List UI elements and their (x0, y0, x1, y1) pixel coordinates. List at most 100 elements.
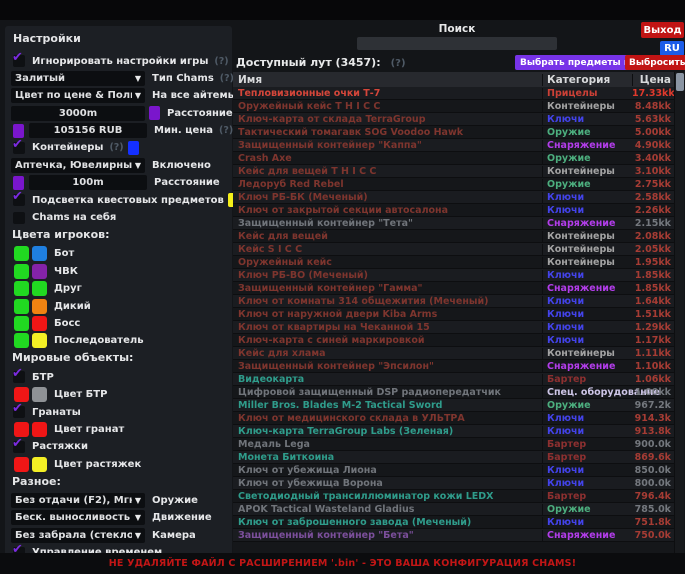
table-row[interactable]: Ключ от наружной двери Kiba ArmsКлючи1.5… (233, 308, 674, 321)
color-swatch[interactable] (14, 264, 29, 279)
dropdown[interactable]: Без забрала (стекло шлема)▼ (11, 528, 145, 543)
table-row[interactable]: Ключ от квартиры на Чеканной 15Ключи1.29… (233, 321, 674, 334)
value-input[interactable]: 100m (29, 175, 147, 190)
table-row[interactable] (233, 542, 674, 553)
table-row[interactable]: Ключ-карта от склада TerraGroupКлючи5.63… (233, 113, 674, 126)
checkbox[interactable]: ✔ (13, 441, 25, 453)
section-heading: Мировые объекты: (12, 351, 226, 364)
item-price: 1.29kk (632, 322, 674, 333)
value-input[interactable]: 3000m (11, 106, 145, 121)
item-price: 1.85kk (632, 270, 674, 281)
exit-button[interactable]: Выход (641, 22, 684, 38)
table-row[interactable]: Ледоруб Red RebelОружие2.75kk (233, 178, 674, 191)
table-row[interactable]: Ключ от убежища ВоронаКлючи800.0k (233, 477, 674, 490)
table-row[interactable]: Медаль LegaБартер900.0k (233, 438, 674, 451)
table-row[interactable]: Ключ-карта с синей маркировкойКлючи1.17k… (233, 334, 674, 347)
table-row[interactable]: Защищенный контейнер "Каппа"Снаряжение4.… (233, 139, 674, 152)
check-icon: ✔ (12, 137, 23, 152)
color-swatch[interactable] (32, 281, 47, 296)
color-swatch[interactable] (13, 176, 24, 190)
color-swatch[interactable] (32, 422, 47, 437)
column-header-price[interactable]: Цена (632, 74, 674, 86)
table-row[interactable]: Цифровой защищенный DSP радиопередатчикС… (233, 386, 674, 399)
search-input[interactable] (357, 37, 557, 50)
value-input[interactable]: 105156 RUB (29, 123, 147, 138)
drop-all-button[interactable]: Выбросить все (625, 55, 685, 70)
table-row[interactable]: Ключ от комнаты 314 общежития (Меченый)К… (233, 295, 674, 308)
checkbox[interactable]: ✔ (13, 371, 25, 383)
scrollbar-thumb[interactable] (676, 73, 684, 91)
item-category: Оружие (542, 504, 632, 515)
table-row[interactable]: Ключ РБ-БК (Меченый)Ключи2.58kk (233, 191, 674, 204)
table-row[interactable]: Кейс для вещейКонтейнеры2.08kk (233, 230, 674, 243)
color-swatch[interactable] (14, 316, 29, 331)
table-row[interactable]: Crash AxeОружие3.40kk (233, 152, 674, 165)
item-category: Снаряжение (542, 283, 632, 294)
dropdown[interactable]: Без отдачи (F2), Мгновенное п▼ (11, 493, 145, 508)
table-row[interactable]: Ключ от заброшенного завода (Меченый)Клю… (233, 516, 674, 529)
color-swatch[interactable] (149, 106, 160, 120)
table-row[interactable]: Защищенный контейнер "Тета"Снаряжение2.1… (233, 217, 674, 230)
checkbox[interactable] (13, 212, 25, 224)
table-row[interactable]: Тепловизионные очки Т-7Прицелы17.33kk (233, 87, 674, 100)
color-swatch[interactable] (32, 457, 47, 472)
table-row[interactable]: APOK Tactical Wasteland GladiusОружие785… (233, 503, 674, 516)
settings-row-label: Включено (152, 160, 211, 171)
dropdown[interactable]: Цвет по цене & Пользователь▼ (11, 88, 145, 103)
table-row[interactable]: Ключ РБ-ВО (Меченый)Ключи1.85kk (233, 269, 674, 282)
color-swatch[interactable] (128, 141, 139, 155)
column-header-category[interactable]: Категория (542, 74, 632, 86)
item-name: Crash Axe (233, 153, 542, 164)
table-row[interactable]: Светодиодный трансиллюминатор кожи LEDXБ… (233, 490, 674, 503)
table-row[interactable]: Монета БиткоинаБартер869.6k (233, 451, 674, 464)
table-row[interactable]: Ключ от закрытой секции автосалонаКлючи2… (233, 204, 674, 217)
item-category: Снаряжение (542, 530, 632, 541)
table-row[interactable]: Оружейный кейсКонтейнеры1.95kk (233, 256, 674, 269)
item-category: Снаряжение (542, 218, 632, 229)
color-swatch[interactable] (32, 299, 47, 314)
table-row[interactable]: Оружейный кейс T H I C CКонтейнеры8.48kk (233, 100, 674, 113)
color-swatch[interactable] (32, 264, 47, 279)
column-header-name[interactable]: Имя (233, 74, 542, 86)
item-price: 1.85kk (632, 283, 674, 294)
table-row[interactable]: Защищенный контейнер "Эпсилон"Снаряжение… (233, 360, 674, 373)
table-row[interactable]: Ключ-карта TerraGroup Labs (Зеленая)Ключ… (233, 425, 674, 438)
checkbox[interactable]: ✔ (13, 55, 25, 67)
color-swatch[interactable] (32, 333, 47, 348)
color-swatch[interactable] (14, 333, 29, 348)
color-swatch[interactable] (14, 387, 29, 402)
settings-row: Без забрала (стекло шлема)▼Камера (11, 528, 226, 542)
color-swatch[interactable] (32, 316, 47, 331)
table-row[interactable]: ВидеокартаБартер1.06kk (233, 373, 674, 386)
color-swatch[interactable] (14, 422, 29, 437)
checkbox[interactable]: ✔ (13, 194, 25, 206)
checkbox[interactable]: ✔ (13, 406, 25, 418)
settings-row: ЧВК (11, 264, 226, 278)
dropdown-value: Цвет по цене & Пользователь (15, 90, 132, 101)
table-scrollbar[interactable] (674, 72, 684, 553)
color-swatch[interactable] (14, 281, 29, 296)
table-row[interactable]: Кейс для хламаКонтейнеры1.11kk (233, 347, 674, 360)
color-swatch[interactable] (14, 299, 29, 314)
chevron-down-icon: ▼ (135, 513, 141, 522)
dropdown[interactable]: Залитый▼ (11, 71, 145, 86)
table-row[interactable]: Ключ от медицинского склада в УЛЬТРАКлюч… (233, 412, 674, 425)
settings-title: Настройки (13, 32, 226, 45)
item-price: 1.95kk (632, 257, 674, 268)
table-row[interactable]: Тактический томагавк SOG Voodoo HawkОруж… (233, 126, 674, 139)
color-swatch[interactable] (13, 124, 24, 138)
table-row[interactable]: Ключ от убежища ЛионаКлючи850.0k (233, 464, 674, 477)
table-row[interactable]: Защищенный контейнер "Гамма"Снаряжение1.… (233, 282, 674, 295)
color-swatch[interactable] (14, 457, 29, 472)
table-row[interactable]: Кейс для вещей T H I C CКонтейнеры3.10kk (233, 165, 674, 178)
language-button[interactable]: RU (660, 41, 684, 56)
color-swatch[interactable] (32, 246, 47, 261)
table-row[interactable]: Защищенный контейнер "Бета"Снаряжение750… (233, 529, 674, 542)
dropdown[interactable]: Аптечка, Ювелирные и...▼ (11, 158, 145, 173)
table-row[interactable]: Miller Bros. Blades M-2 Tactical SwordОр… (233, 399, 674, 412)
table-row[interactable]: Кейс S I C CКонтейнеры2.05kk (233, 243, 674, 256)
color-swatch[interactable] (14, 246, 29, 261)
checkbox[interactable]: ✔ (13, 142, 25, 154)
color-swatch[interactable] (32, 387, 47, 402)
dropdown[interactable]: Беск. выносливость и нет уста▼ (11, 510, 145, 525)
